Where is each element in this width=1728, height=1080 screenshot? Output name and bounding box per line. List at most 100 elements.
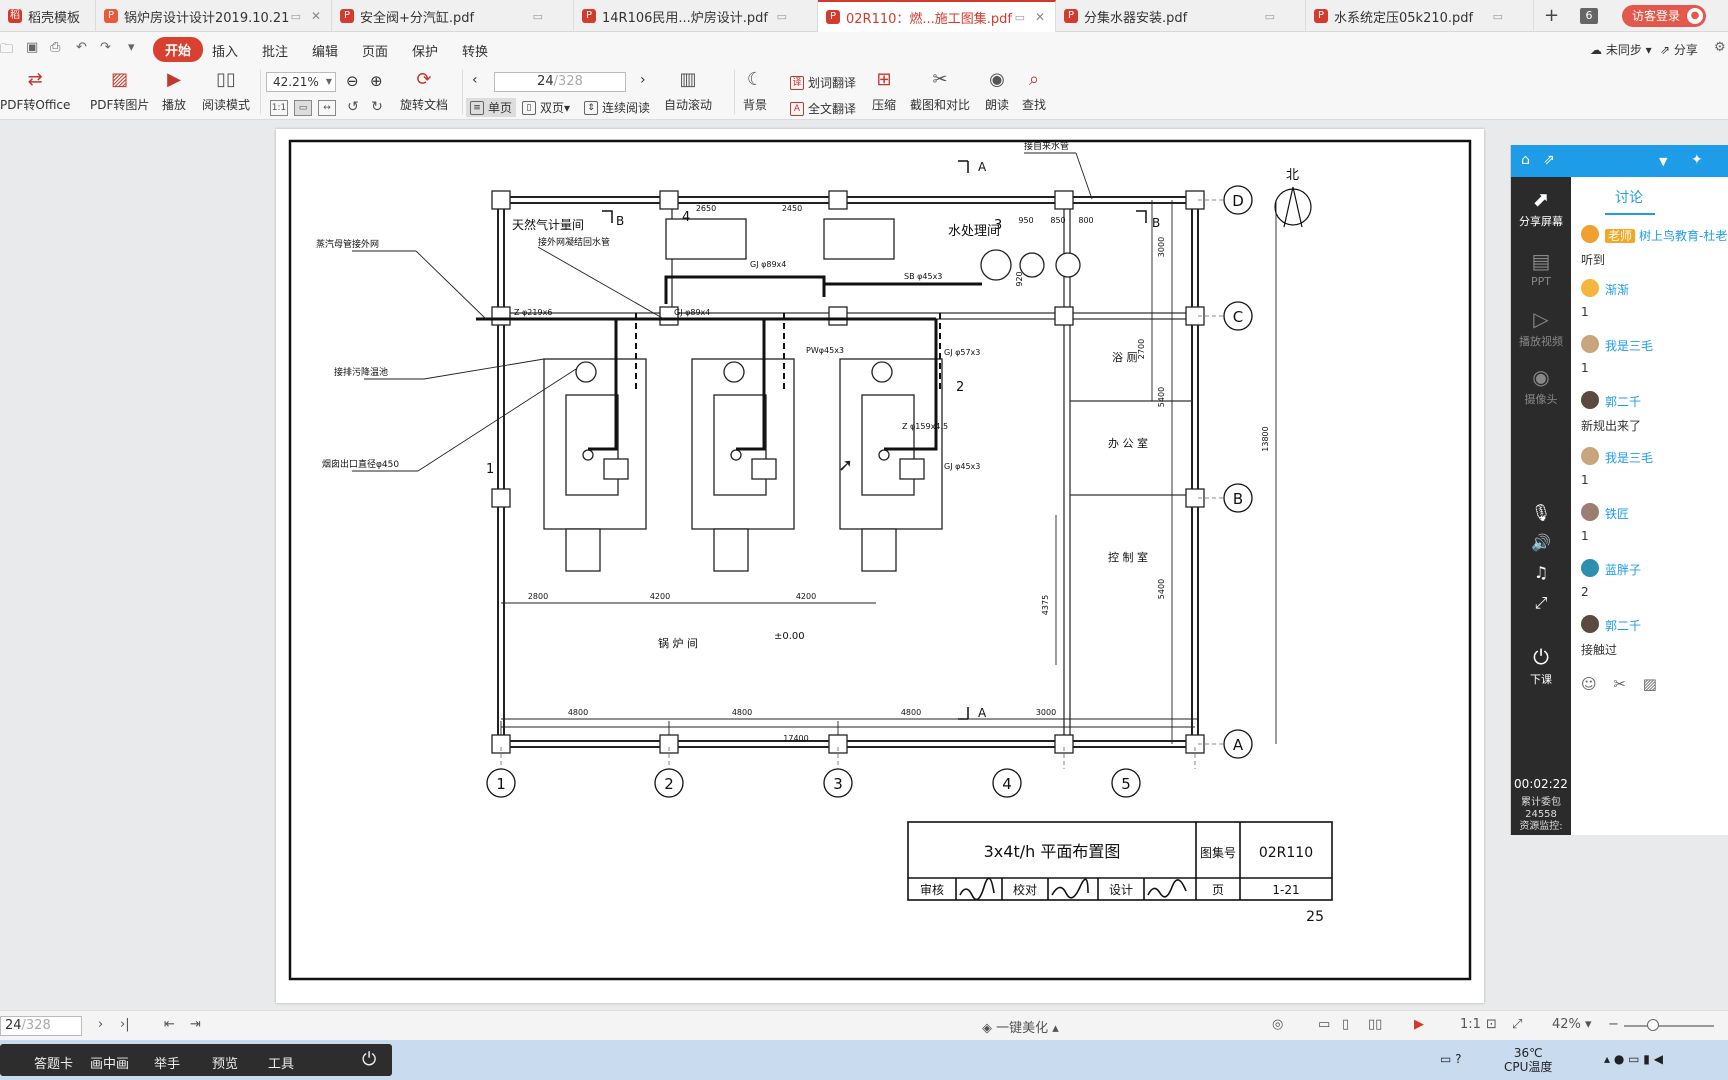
microphone-icon[interactable]: 🎙: [1511, 503, 1571, 522]
camera-button[interactable]: ◉ 摄像头: [1511, 365, 1571, 407]
pdf-to-image-button[interactable]: ▨ PDF转图片: [90, 66, 149, 113]
menu-start[interactable]: 开始: [153, 37, 204, 62]
zoom-select[interactable]: 42.21% ▼: [266, 72, 336, 92]
compress-button[interactable]: ⊞ 压缩: [871, 66, 897, 113]
play-button[interactable]: ▶ 播放: [161, 66, 187, 113]
rotate-doc-button[interactable]: ⟳ 旋转文档: [400, 66, 448, 113]
slideshow-icon[interactable]: ▶: [1414, 1017, 1424, 1032]
tab-count-badge[interactable]: 6: [1580, 8, 1598, 24]
page-number-input[interactable]: 24/328: [494, 72, 626, 92]
layout-icon[interactable]: ▭: [1318, 1017, 1330, 1032]
read-mode-button[interactable]: ▯▯ 阅读模式: [202, 66, 250, 113]
status-page-input[interactable]: 24/328: [0, 1016, 82, 1036]
beautify-button[interactable]: ◈ 一键美化 ▴: [982, 1017, 1059, 1036]
zoom-level[interactable]: 42% ▾: [1552, 1017, 1592, 1032]
word-translate-button[interactable]: 译划词翻译: [790, 74, 856, 91]
share-button[interactable]: ⇗ 分享: [1660, 41, 1698, 58]
picture-in-picture-button[interactable]: 画中画: [90, 1053, 129, 1072]
tray-icons[interactable]: ▭ ?: [1440, 1052, 1462, 1066]
tab-safety-valve[interactable]: P 安全阀+分汽缸.pdf ▭: [332, 0, 574, 32]
menu-comment[interactable]: 批注: [262, 41, 288, 60]
rotate-right-icon[interactable]: ↻: [368, 100, 386, 116]
raise-hand-button[interactable]: 举手: [154, 1053, 180, 1072]
tab-02r110[interactable]: P 02R110：燃...施工图集.pdf ▭ ✕: [818, 0, 1056, 32]
fit-width-icon[interactable]: ↔: [318, 100, 336, 116]
tray-icons-right[interactable]: ▴ ● ▭ ▮ ◀: [1604, 1052, 1663, 1066]
single-view-icon[interactable]: ▯: [1342, 1017, 1349, 1032]
ppt-button[interactable]: ▤ PPT: [1511, 249, 1571, 288]
menu-page[interactable]: 页面: [362, 41, 388, 60]
screenshot-compare-button[interactable]: ✂ 截图和对比: [910, 66, 970, 113]
panel-home-icon[interactable]: ⌂: [1521, 152, 1530, 168]
zoom-slider[interactable]: [1624, 1025, 1714, 1027]
document-viewer[interactable]: 1 2 3 4 5 D C B A 北 天然气计量间 水处理间 浴 厕 办 公 …: [0, 120, 1510, 1010]
tab-manifold[interactable]: P 分集水器安装.pdf ▭: [1056, 0, 1306, 32]
zoom-out-icon[interactable]: ⊖: [346, 72, 359, 90]
tab-boiler-design[interactable]: P 锅炉房设计设计2019.10.21 ▭ ✕: [96, 0, 332, 32]
tab-docer[interactable]: 稻 稻壳模板: [0, 0, 96, 32]
close-icon[interactable]: ✕: [1035, 10, 1045, 24]
folder-open-icon[interactable]: 🗀: [0, 40, 13, 62]
double-view-icon[interactable]: ▯▯: [1368, 1017, 1382, 1032]
find-button[interactable]: ⌕ 查找: [1021, 66, 1047, 113]
scissors-icon[interactable]: ✂: [1613, 675, 1626, 693]
emoji-icon[interactable]: ☺: [1581, 675, 1597, 693]
tab-water-pressure[interactable]: P 水系统定压05k210.pdf ▭: [1306, 0, 1534, 32]
share-screen-button[interactable]: ⬈ 分享屏幕: [1511, 187, 1571, 229]
actual-size-icon[interactable]: 1:1: [1460, 1017, 1481, 1032]
rotate-left-icon[interactable]: ↺: [344, 100, 362, 116]
close-icon[interactable]: ✕: [311, 9, 321, 23]
single-page-button[interactable]: ≡ 单页: [466, 98, 517, 117]
zoom-out-icon[interactable]: −: [1608, 1017, 1619, 1032]
redo-icon[interactable]: ↷: [100, 40, 111, 55]
auto-scroll-button[interactable]: ▥ 自动滚动: [664, 66, 712, 113]
speaker-icon[interactable]: 🔊: [1511, 533, 1571, 552]
prev-page-icon[interactable]: ‹: [472, 72, 478, 88]
background-button[interactable]: ☾ 背景: [742, 66, 768, 113]
end-class-button[interactable]: ⏻ 下课: [1511, 645, 1571, 687]
undo-icon[interactable]: ↶: [76, 40, 87, 55]
tab-discuss[interactable]: 讨论: [1615, 187, 1643, 207]
panel-pin-icon[interactable]: ✦: [1691, 152, 1703, 168]
panel-share-icon[interactable]: ⇗: [1543, 152, 1555, 168]
settings-icon[interactable]: ⚙: [1714, 40, 1726, 55]
fit-page-icon[interactable]: ⊡: [1486, 1017, 1497, 1032]
expand-icon[interactable]: ⤢: [1511, 593, 1571, 613]
continuous-read-button[interactable]: ⇕ 连续阅读: [584, 99, 650, 116]
image-icon[interactable]: ▨: [1643, 675, 1657, 693]
tools-button[interactable]: 工具: [268, 1053, 294, 1072]
zoom-in-icon[interactable]: ⊕: [370, 72, 383, 90]
double-page-button[interactable]: ▯ 双页 ▾: [522, 99, 570, 116]
read-aloud-button[interactable]: ◉ 朗读: [984, 66, 1010, 113]
play-icon: ▶: [167, 68, 181, 90]
next-page-icon[interactable]: ›: [98, 1017, 103, 1032]
actual-size-icon[interactable]: 1:1: [270, 100, 288, 116]
menu-protect[interactable]: 保护: [412, 41, 438, 60]
visitor-login-button[interactable]: 访客登录 ●: [1622, 5, 1707, 27]
quick-access-dropdown-icon[interactable]: ▾: [128, 40, 135, 55]
fullscreen-icon[interactable]: ⤢: [1512, 1017, 1522, 1032]
zoom-slider-handle[interactable]: [1647, 1019, 1659, 1031]
last-page-icon[interactable]: ›|: [120, 1017, 130, 1032]
new-tab-button[interactable]: +: [1544, 5, 1559, 26]
music-icon[interactable]: ♫: [1511, 563, 1571, 582]
pdf-to-office-button[interactable]: ⇄ PDF转Office: [0, 66, 70, 113]
power-icon[interactable]: ⏻: [362, 1049, 376, 1070]
forward-icon[interactable]: ⇥: [190, 1017, 201, 1032]
full-translate-button[interactable]: A 全文翻译: [790, 100, 856, 117]
eye-icon[interactable]: ◎: [1272, 1017, 1283, 1032]
preview-button[interactable]: 预览: [212, 1053, 238, 1072]
back-icon[interactable]: ⇤: [164, 1017, 175, 1032]
menu-edit[interactable]: 编辑: [312, 41, 338, 60]
tab-14r106[interactable]: P 14R106民用...炉房设计.pdf ▭: [574, 0, 818, 32]
sync-status[interactable]: ☁ 未同步 ▾: [1590, 41, 1652, 58]
panel-collapse-icon[interactable]: ▼: [1659, 155, 1667, 168]
menu-convert[interactable]: 转换: [462, 41, 488, 60]
print-icon[interactable]: ⎙: [50, 40, 60, 55]
play-video-button[interactable]: ▷ 播放视频: [1511, 307, 1571, 349]
menu-insert[interactable]: 插入: [212, 41, 238, 60]
next-page-icon[interactable]: ›: [640, 72, 646, 88]
save-icon[interactable]: ▣: [26, 40, 38, 55]
fit-page-icon[interactable]: ▭: [294, 100, 312, 116]
answer-card-button[interactable]: 答题卡: [34, 1053, 73, 1072]
